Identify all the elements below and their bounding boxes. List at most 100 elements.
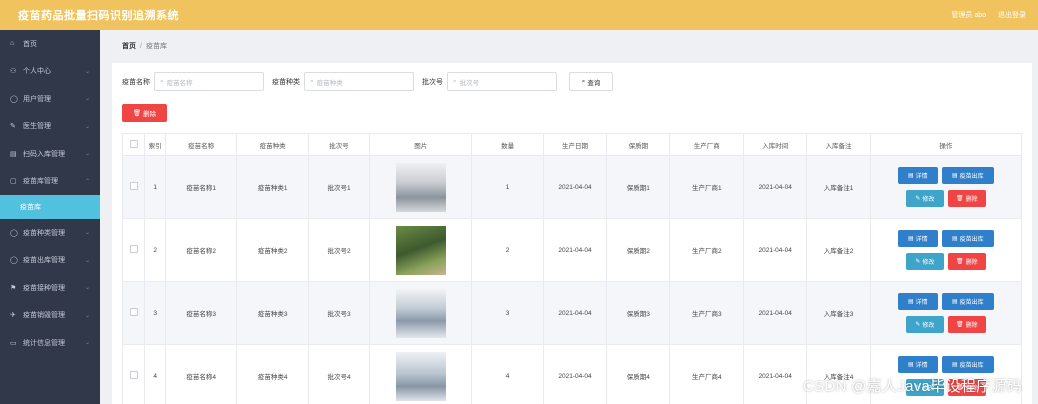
table-header-row: 索引 疫苗名称 疫苗种类 批次号 图片 数量 生产日期 保质期 生产厂商 入库时… xyxy=(121,133,1023,156)
vaccine-image[interactable] xyxy=(395,351,446,401)
sidebar-item-vaccine-out[interactable]: ◯ 疫苗出库管理 ⌄ xyxy=(0,247,100,275)
edit-icon: ✎ xyxy=(915,322,921,328)
col-type: 疫苗种类 xyxy=(236,133,309,156)
sidebar-item-label: 统计信息管理 xyxy=(23,339,65,347)
cell-qty: 3 xyxy=(471,281,544,345)
vaccine-image[interactable] xyxy=(395,288,446,338)
cell-shelf: 保质期1 xyxy=(606,155,671,219)
sidebar-item-label: 用户管理 xyxy=(23,95,51,103)
chevron-down-icon: ⌄ xyxy=(84,312,90,319)
list-icon: ▤ xyxy=(10,150,17,158)
batch-search-input[interactable]: ⌕ 批次号 xyxy=(447,72,557,91)
col-name: 疫苗名称 xyxy=(164,133,238,156)
row-checkbox[interactable] xyxy=(121,155,146,219)
search-icon: ⌕ xyxy=(581,77,586,85)
doc-icon: ▤ xyxy=(908,362,914,368)
sidebar-item-statistics[interactable]: ▭ 统计信息管理 ⌄ xyxy=(0,329,100,357)
name-search-input[interactable]: ⌕ 疫苗名称 xyxy=(154,72,264,91)
cell-in-time: 2021-04-04 xyxy=(743,344,808,404)
edit-button[interactable]: ✎ 修改 xyxy=(905,253,944,270)
breadcrumb-home[interactable]: 首页 xyxy=(122,43,136,50)
cell-date: 2021-04-04 xyxy=(542,155,608,219)
row-checkbox[interactable] xyxy=(121,218,146,282)
vaccine-out-button[interactable]: ▤ 疫苗出库 xyxy=(941,293,994,310)
bulk-delete-button[interactable]: 🗑 删除 xyxy=(122,104,167,122)
sidebar-item-vaccination[interactable]: ⚑ 疫苗接种管理 ⌄ xyxy=(0,274,100,302)
plane-icon: ✈ xyxy=(10,312,16,320)
row-checkbox[interactable] xyxy=(121,344,146,404)
sidebar-item-vaccine-store[interactable]: ▢ 疫苗库管理 ⌃ xyxy=(0,168,100,196)
vaccine-image[interactable] xyxy=(395,162,446,212)
sidebar-item-doctors[interactable]: ✎ 医生管理 ⌄ xyxy=(0,113,100,141)
delete-button[interactable]: 🗑 删除 xyxy=(947,190,986,207)
cell-date: 2021-04-04 xyxy=(542,281,608,345)
edit-button[interactable]: ✎ 修改 xyxy=(905,190,944,207)
breadcrumb: 首页 / 疫苗库 xyxy=(122,43,167,50)
sidebar-item-personal[interactable]: ⚇ 个人中心 ⌄ xyxy=(0,58,100,86)
cell-batch: 批次号2 xyxy=(307,218,371,282)
sidebar-item-vaccine-library[interactable]: 疫苗库 xyxy=(0,195,100,219)
sidebar-item-destroy[interactable]: ✈ 疫苗销毁管理 ⌄ xyxy=(0,302,100,330)
delete-button[interactable]: 🗑 删除 xyxy=(947,253,986,270)
chevron-down-icon: ⌄ xyxy=(84,257,90,264)
detail-button[interactable]: ▤ 详情 xyxy=(897,293,938,310)
cell-name: 疫苗名称1 xyxy=(164,155,238,219)
vaccine-out-button[interactable]: ▤ 疫苗出库 xyxy=(941,167,994,184)
vaccine-out-button[interactable]: ▤ 疫苗出库 xyxy=(941,230,994,247)
delete-button[interactable]: 🗑 删除 xyxy=(947,316,986,333)
vaccine-table: 索引 疫苗名称 疫苗种类 批次号 图片 数量 生产日期 保质期 生产厂商 入库时… xyxy=(121,133,1023,404)
cell-name: 疫苗名称2 xyxy=(164,218,238,282)
detail-button[interactable]: ▤ 详情 xyxy=(897,356,938,373)
logout-link[interactable]: 退出登录 xyxy=(998,10,1026,20)
cell-index: 2 xyxy=(144,218,166,282)
sidebar-item-home[interactable]: ⌂ 首页 xyxy=(0,30,100,58)
col-index: 索引 xyxy=(144,133,166,156)
doc-icon: ▤ xyxy=(952,362,958,368)
sidebar-item-users[interactable]: ◯ 用户管理 ⌄ xyxy=(0,85,100,113)
col-qty: 数量 xyxy=(471,133,544,156)
edit-icon: ✎ xyxy=(915,196,921,202)
chart-icon: ▭ xyxy=(10,339,17,347)
search-icon: ⌕ xyxy=(160,77,164,85)
trash-icon: 🗑 xyxy=(956,259,964,265)
cell-maker: 生产厂商4 xyxy=(669,344,745,404)
home-icon: ⌂ xyxy=(10,40,15,48)
cell-type: 疫苗种类4 xyxy=(236,344,309,404)
cell-maker: 生产厂商2 xyxy=(669,218,745,282)
detail-button[interactable]: ▤ 详情 xyxy=(897,230,938,247)
cell-note: 入库备注1 xyxy=(806,155,871,219)
table-row: 2 疫苗名称2 疫苗种类2 批次号2 2 2021-04-04 保质期2 生产厂… xyxy=(121,218,1023,282)
cell-index: 3 xyxy=(144,281,166,345)
cell-name: 疫苗名称3 xyxy=(164,281,238,345)
sidebar-item-scan-in[interactable]: ▤ 扫码入库管理 ⌄ xyxy=(0,140,100,168)
search-button[interactable]: ⌕ 查询 xyxy=(569,72,613,91)
vaccine-out-button[interactable]: ▤ 疫苗出库 xyxy=(941,356,994,373)
edit-icon: ✎ xyxy=(915,259,921,265)
chevron-down-icon: ⌄ xyxy=(84,68,90,75)
detail-button[interactable]: ▤ 详情 xyxy=(897,167,938,184)
edit-button[interactable]: ✎ 修改 xyxy=(905,316,944,333)
table-row: 3 疫苗名称3 疫苗种类3 批次号3 3 2021-04-04 保质期3 生产厂… xyxy=(121,281,1023,345)
trash-icon: 🗑 xyxy=(956,196,964,202)
top-header: 疫苗药品批量扫码识别追溯系统 管理员 abo 退出登录 xyxy=(0,0,1038,30)
col-note: 入库备注 xyxy=(806,133,871,156)
cell-index: 4 xyxy=(144,344,166,404)
col-maker: 生产厂商 xyxy=(669,133,745,156)
cell-maker: 生产厂商1 xyxy=(669,155,745,219)
row-checkbox[interactable] xyxy=(121,281,146,345)
type-search-input[interactable]: ⌕ 疫苗种类 xyxy=(304,72,414,91)
sidebar-item-vaccine-types[interactable]: ◯ 疫苗种类管理 ⌄ xyxy=(0,219,100,247)
sidebar-item-label: 疫苗接种管理 xyxy=(23,284,65,292)
cell-shelf: 保质期4 xyxy=(606,344,671,404)
name-label: 疫苗名称 xyxy=(122,78,150,86)
cell-date: 2021-04-04 xyxy=(542,218,608,282)
sidebar-item-label: 医生管理 xyxy=(23,123,51,131)
cell-shelf: 保质期2 xyxy=(606,218,671,282)
select-all-checkbox[interactable] xyxy=(121,133,146,156)
vaccine-image[interactable] xyxy=(395,225,446,275)
cell-in-time: 2021-04-04 xyxy=(743,281,808,345)
table-row: 1 疫苗名称1 疫苗种类1 批次号1 1 2021-04-04 保质期1 生产厂… xyxy=(121,155,1023,219)
type-label: 疫苗种类 xyxy=(272,78,300,86)
cell-qty: 1 xyxy=(471,155,544,219)
app-title: 疫苗药品批量扫码识别追溯系统 xyxy=(18,10,179,22)
